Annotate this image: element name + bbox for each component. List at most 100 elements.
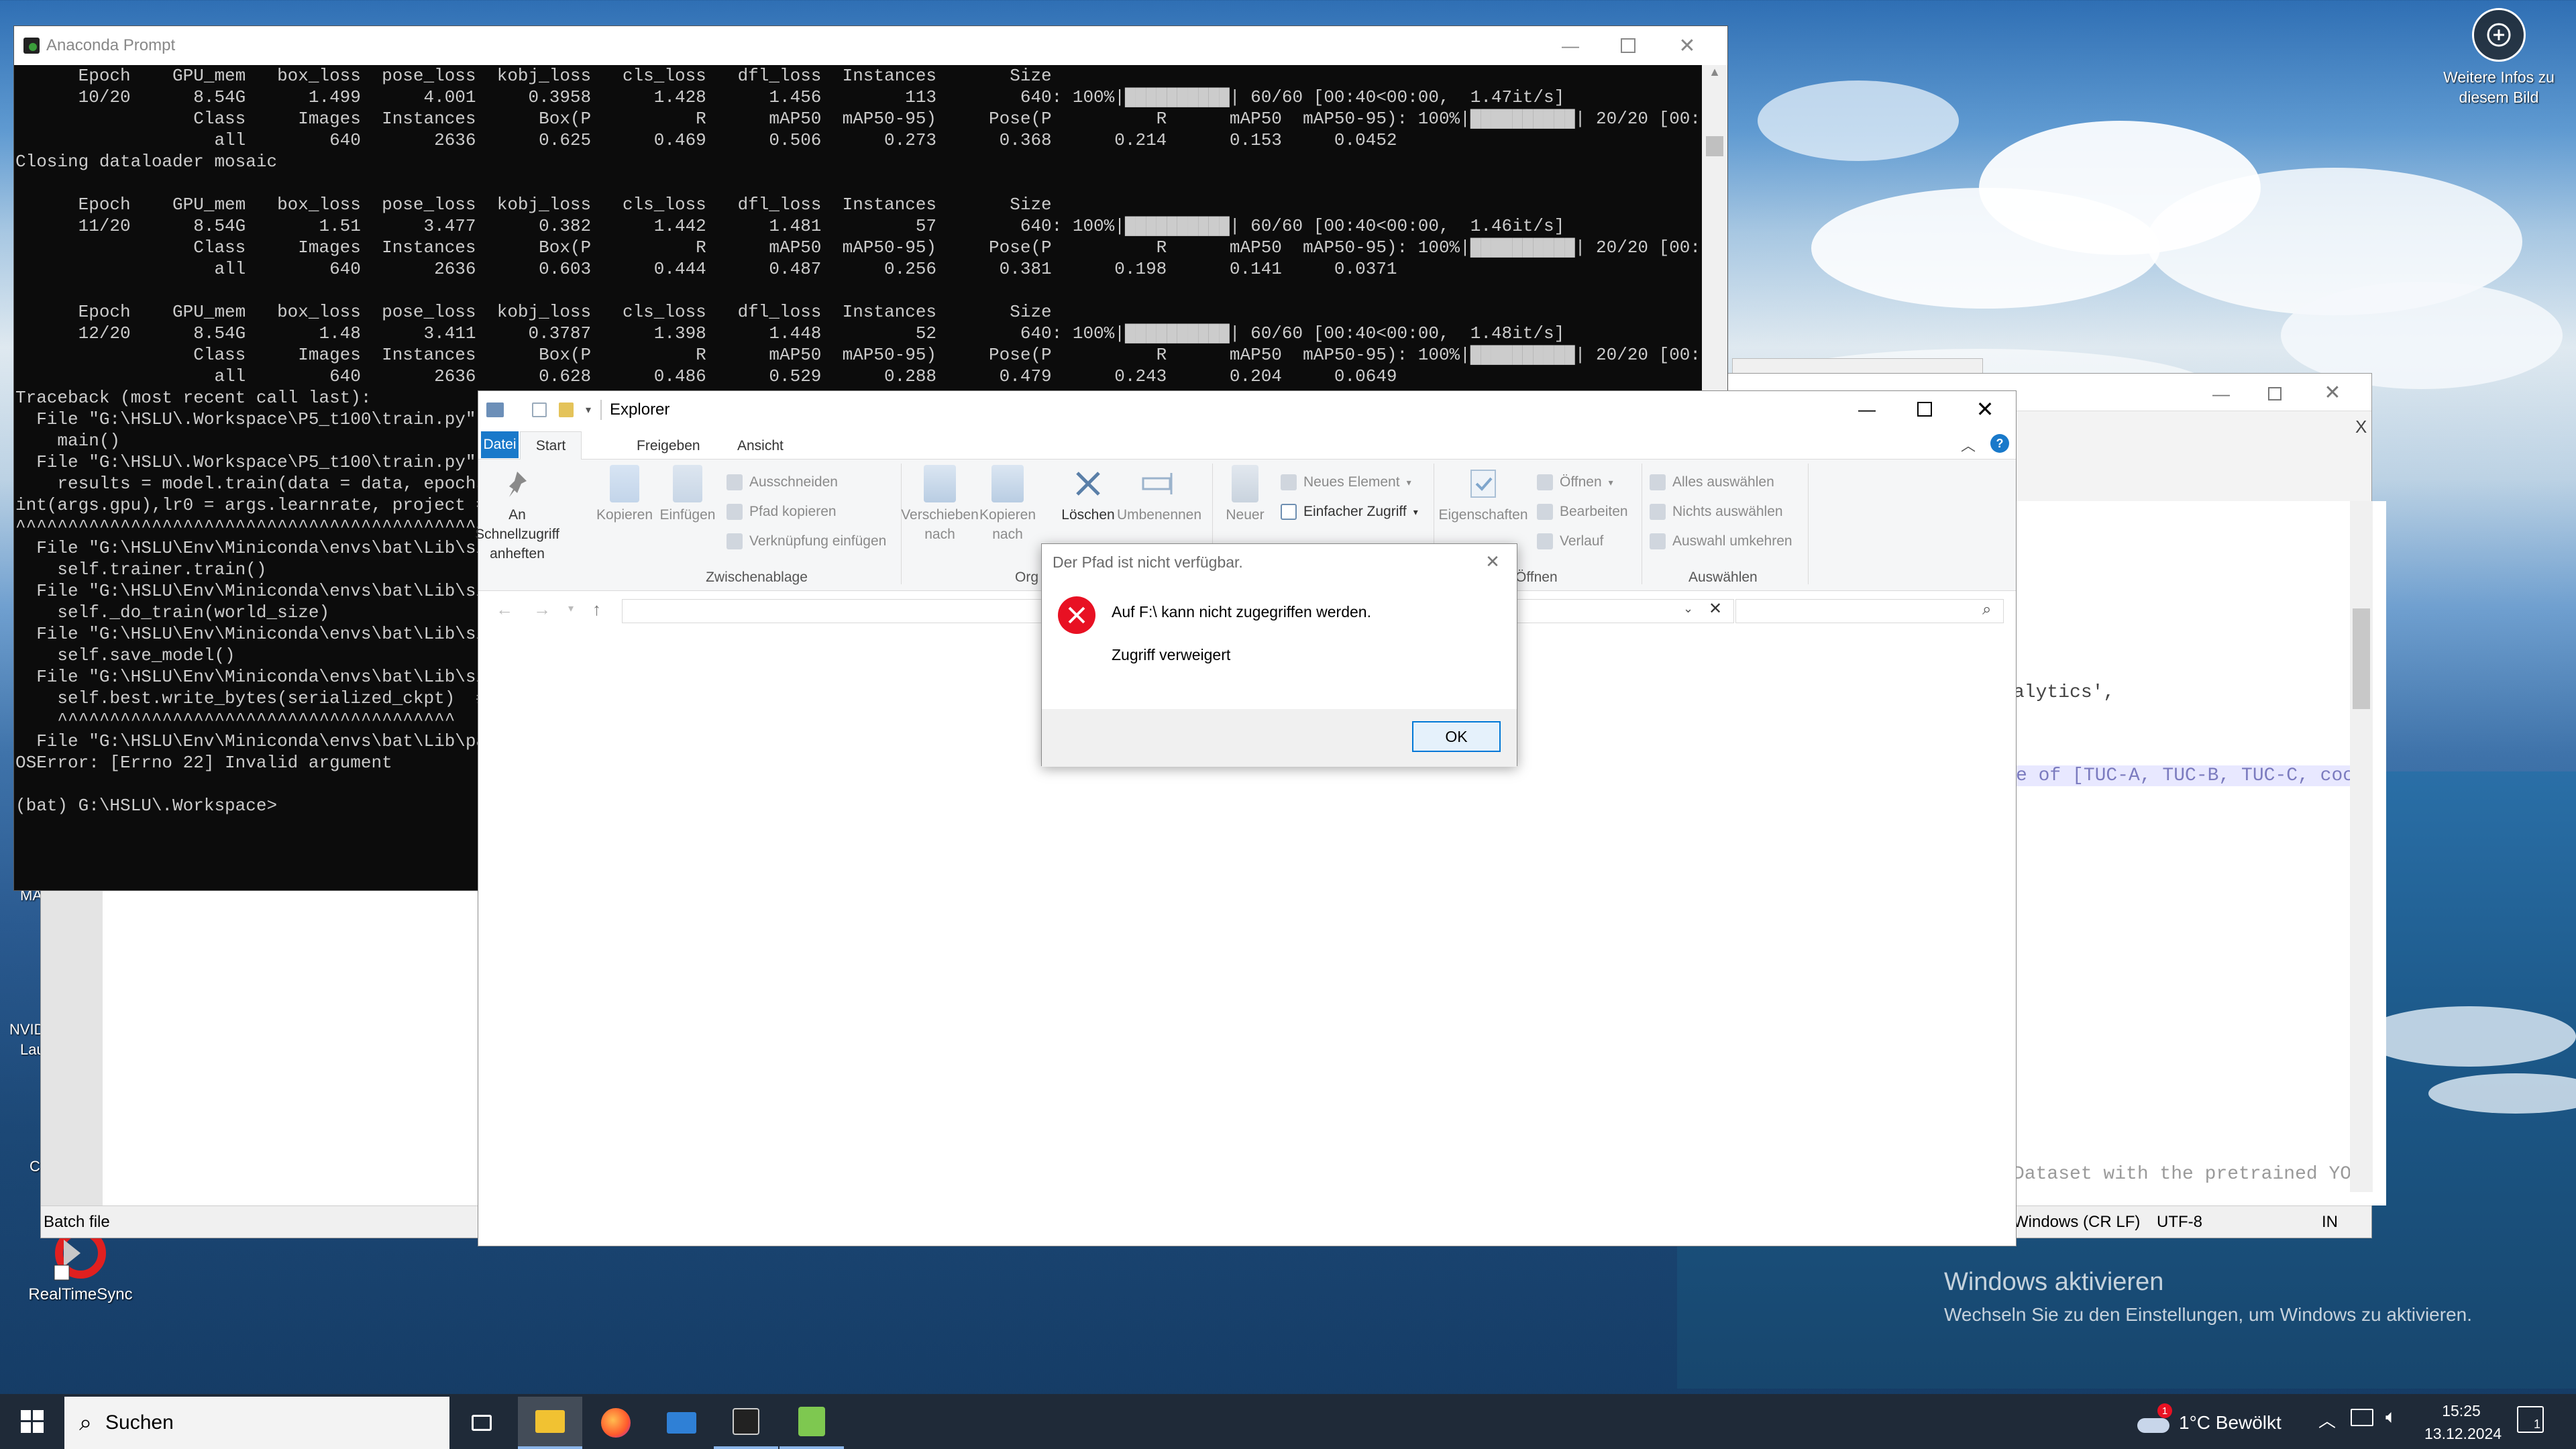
maximize-button[interactable]	[1904, 395, 1945, 423]
group-label-select: Auswählen	[1688, 570, 1758, 585]
terminal-line: Class Images Instances Box(P R mAP50 mAP…	[15, 237, 1701, 258]
address-dropdown-icon[interactable]: ⌄	[1683, 602, 1693, 616]
move-to-button[interactable]: Verschieben nach	[901, 465, 979, 544]
tab-view[interactable]: Ansicht	[737, 438, 784, 454]
paste-shortcut-button[interactable]: Verknüpfung einfügen	[727, 533, 886, 549]
activation-title: Windows aktivieren	[1944, 1268, 2164, 1296]
tab-share[interactable]: Freigeben	[637, 438, 700, 454]
weather-text: 1°C Bewölkt	[2179, 1412, 2282, 1433]
close-button[interactable]: ✕	[1965, 395, 2005, 423]
quick-access-dropdown-icon[interactable]: ▾	[586, 403, 591, 417]
notification-center-icon[interactable]: 1	[2517, 1406, 2544, 1433]
scroll-thumb[interactable]	[1706, 136, 1723, 156]
network-icon[interactable]	[2351, 1409, 2373, 1426]
vertical-scrollbar[interactable]	[2350, 501, 2373, 1192]
search-icon[interactable]: ⌕	[1982, 600, 1991, 619]
clipboard-icon	[673, 465, 702, 502]
back-arrow-icon[interactable]: ←	[496, 599, 513, 620]
firefox-taskbar-icon[interactable]	[584, 1397, 648, 1449]
new-folder-quick-icon[interactable]	[559, 402, 574, 417]
maximize-button[interactable]	[2255, 380, 2295, 407]
code-fragment: alytics',	[2013, 682, 2115, 703]
desktop-edge-label: NVID	[9, 1021, 45, 1038]
maximize-button[interactable]	[1608, 32, 1648, 60]
start-button[interactable]	[0, 1394, 64, 1449]
properties-check-icon	[1464, 465, 1502, 502]
explorer-window[interactable]: ▾ Explorer — ✕ Datei Start Freigeben Ans…	[475, 390, 2017, 1246]
open-button[interactable]: Öffnen ▾	[1537, 474, 1613, 490]
pin-icon	[498, 465, 536, 502]
up-arrow-icon[interactable]: ↑	[592, 599, 601, 620]
paste-button[interactable]: Einfügen	[659, 465, 716, 525]
properties-quick-icon[interactable]	[532, 402, 547, 417]
desktop-icon-label: RealTimeSync	[28, 1285, 133, 1303]
easy-access-icon	[1281, 504, 1297, 520]
ok-button[interactable]: OK	[1412, 721, 1501, 752]
scroll-thumb[interactable]	[2353, 608, 2370, 709]
notepadpp-taskbar-icon[interactable]	[780, 1397, 844, 1449]
tab-file[interactable]: Datei	[481, 431, 519, 458]
new-item-button[interactable]: Neues Element ▾	[1281, 474, 1411, 490]
ribbon-tabs: Datei Start Freigeben Ansicht ︿ ?	[478, 429, 2016, 460]
terminal-line: Epoch GPU_mem box_loss pose_loss kobj_lo…	[15, 302, 1052, 322]
history-icon	[1537, 533, 1553, 549]
forward-arrow-icon[interactable]: →	[533, 599, 551, 620]
taskbar-search-box[interactable]: ⌕ Suchen	[64, 1397, 449, 1449]
terminal-taskbar-icon[interactable]	[714, 1397, 778, 1449]
camera-icon	[2472, 8, 2526, 62]
task-view-icon[interactable]	[449, 1397, 514, 1449]
minimize-button[interactable]: —	[1847, 395, 1887, 423]
minimize-button[interactable]: —	[2201, 380, 2241, 407]
easy-access-button[interactable]: Einfacher Zugriff ▾	[1281, 504, 1418, 520]
status-encoding: UTF-8	[2157, 1213, 2202, 1231]
move-icon	[924, 465, 956, 502]
show-hidden-icons-icon[interactable]: ︿	[2318, 1407, 2336, 1432]
group-label-organize: Org	[1015, 570, 1039, 585]
history-button[interactable]: Verlauf	[1537, 533, 1603, 549]
activation-subtitle: Wechseln Sie zu den Einstellungen, um Wi…	[1944, 1304, 2472, 1325]
select-none-button[interactable]: Nichts auswählen	[1650, 504, 1783, 520]
properties-button[interactable]: Eigenschaften	[1438, 465, 1529, 525]
close-document-icon[interactable]: X	[2355, 417, 2367, 437]
recent-locations-icon[interactable]: ▾	[568, 602, 574, 615]
clear-address-icon[interactable]: ✕	[1709, 599, 1722, 619]
error-dialog[interactable]: Der Pfad ist nicht verfügbar. ✕ Auf F:\ …	[1041, 543, 1517, 767]
edit-button[interactable]: Bearbeiten	[1537, 504, 1628, 520]
mail-taskbar-icon[interactable]	[649, 1397, 714, 1449]
cut-button[interactable]: Ausschneiden	[727, 474, 838, 490]
weather-widget[interactable]: 1 1°C Bewölkt	[2137, 1397, 2334, 1449]
select-all-button[interactable]: Alles auswählen	[1650, 474, 1774, 490]
pin-quick-access-button[interactable]: An Schnellzugriff anheften	[475, 465, 559, 564]
minimize-button[interactable]: —	[1550, 32, 1591, 60]
search-box[interactable]	[1735, 599, 2004, 623]
volume-icon[interactable]: 🔈︎	[2385, 1406, 2397, 1428]
copy-path-button[interactable]: Pfad kopieren	[727, 504, 837, 520]
close-button[interactable]: ✕	[2312, 379, 2353, 406]
copy-button[interactable]: Kopieren	[596, 465, 653, 525]
file-explorer-taskbar-icon[interactable]	[518, 1397, 582, 1449]
status-eol: Windows (CR LF)	[2013, 1213, 2141, 1231]
help-icon[interactable]: ?	[1990, 434, 2009, 453]
dialog-close-button[interactable]: ✕	[1478, 549, 1507, 574]
terminal-line: all 640 2636 0.603 0.444 0.487 0.256 0.3…	[15, 259, 1397, 279]
terminal-line: all 640 2636 0.625 0.469 0.506 0.273 0.3…	[15, 130, 1397, 150]
scroll-up-arrow-icon[interactable]: ▲	[1702, 65, 1727, 79]
new-folder-button[interactable]: Neuer	[1216, 465, 1274, 525]
group-label-clipboard: Zwischenablage	[706, 570, 808, 585]
invert-selection-button[interactable]: Auswahl umkehren	[1650, 533, 1792, 549]
info-about-image-button[interactable]: Weitere Infos zu diesem Bild	[2428, 8, 2569, 122]
windows-logo-icon	[21, 1410, 44, 1433]
desktop-icon-realtimesync[interactable]: RealTimeSync	[27, 1226, 134, 1313]
rename-button[interactable]: Umbenennen	[1116, 465, 1203, 525]
delete-button[interactable]: Löschen	[1058, 465, 1118, 525]
new-item-icon	[1281, 474, 1297, 490]
terminal-title: Anaconda Prompt	[46, 36, 176, 54]
weather-badge: 1	[2157, 1403, 2172, 1418]
clock[interactable]: 15:25 13.12.2024	[2424, 1399, 2502, 1445]
close-button[interactable]: ✕	[1667, 32, 1707, 60]
terminal-line: Epoch GPU_mem box_loss pose_loss kobj_lo…	[15, 66, 1052, 86]
copy-to-button[interactable]: Kopieren nach	[976, 465, 1039, 544]
tab-home[interactable]: Start	[520, 431, 582, 460]
collapse-ribbon-icon[interactable]: ︿	[1961, 434, 1976, 455]
